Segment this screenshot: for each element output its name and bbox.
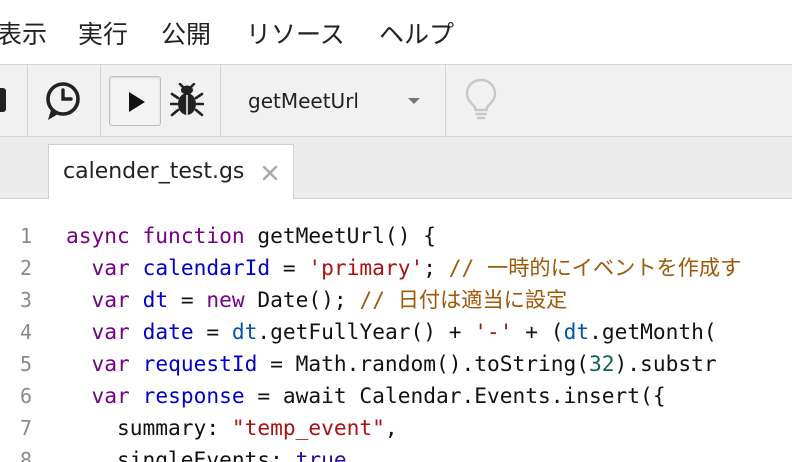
play-icon — [129, 92, 145, 112]
code-token: , — [384, 415, 398, 440]
code-token: calendarId — [142, 255, 271, 280]
menu-item-publish[interactable]: 公開 — [161, 18, 211, 52]
lightbulb-icon[interactable] — [464, 77, 498, 127]
code-token: dt — [563, 319, 590, 344]
code-token: 'primary' — [308, 255, 424, 280]
code-line: singleEvents: true — [66, 444, 347, 462]
code-token: var — [91, 319, 130, 344]
code-token: async — [66, 223, 130, 248]
code-token: var — [91, 383, 130, 408]
code-token: new — [206, 287, 245, 312]
line-number: 4 — [19, 320, 32, 344]
run-button[interactable] — [109, 76, 161, 126]
bug-icon[interactable] — [169, 82, 205, 123]
toolbar-separator — [27, 65, 28, 137]
code-editor[interactable]: 1 2 3 4 5 6 7 8 async function getMeetUrl() { v… — [0, 199, 792, 462]
toolbar-separator — [100, 65, 101, 137]
timer-clock-icon[interactable] — [45, 81, 83, 127]
line-number: 8 — [19, 448, 32, 462]
code-token: // 日付は適当に設定 — [359, 287, 568, 312]
file-tab-strip: calender_test.gs — [0, 137, 792, 200]
tab-label: calender_test.gs — [63, 159, 245, 184]
code-token: ; — [423, 255, 449, 280]
tab-calender-test[interactable]: calender_test.gs — [48, 144, 294, 200]
code-token: function — [142, 223, 245, 248]
code-token: "temp_event" — [231, 415, 385, 440]
chevron-down-icon — [408, 98, 420, 104]
menu-bar: 表示 実行 公開 リソース ヘルプ — [0, 0, 792, 64]
menu-item-view[interactable]: 表示 — [0, 18, 47, 52]
toolbar-separator — [445, 65, 446, 137]
code-token: var — [91, 255, 130, 280]
line-number: 2 — [19, 256, 32, 280]
code-token: date — [142, 319, 194, 344]
code-token: response — [142, 383, 245, 408]
code-token: = Math.random().toString( — [257, 351, 590, 376]
line-number: 7 — [19, 416, 32, 440]
line-number: 5 — [19, 352, 32, 376]
code-line: var requestId = Math.random().toString(3… — [66, 348, 717, 380]
code-token: requestId — [142, 351, 258, 376]
code-token: .getFullYear() + — [257, 319, 475, 344]
code-line: var dt = new Date(); // 日付は適当に設定 — [66, 284, 568, 316]
code-token: var — [91, 351, 130, 376]
code-token: // 一時的にイベントを作成す — [448, 255, 742, 280]
toolbar-separator — [220, 65, 221, 137]
code-token: ).substr — [614, 351, 717, 376]
function-select-value: getMeetUrl — [248, 89, 359, 113]
code-token: = await Calendar.Events.insert({ — [244, 383, 666, 408]
code-line: var calendarId = 'primary'; // 一時的にイベントを… — [66, 252, 742, 284]
code-token: true — [295, 447, 347, 462]
code-token: + ( — [512, 319, 564, 344]
code-token: = — [193, 319, 232, 344]
line-number: 1 — [19, 224, 32, 248]
code-line: summary: "temp_event", — [66, 412, 398, 444]
code-token: dt — [142, 287, 169, 312]
code-token: '-' — [474, 319, 513, 344]
code-token: dt — [231, 319, 258, 344]
menu-item-help[interactable]: ヘルプ — [379, 18, 454, 52]
close-icon[interactable] — [262, 165, 278, 185]
menu-item-resources[interactable]: リソース — [246, 18, 345, 52]
code-token: = — [168, 287, 207, 312]
code-line: var date = dt.getFullYear() + '-' + (dt.… — [66, 316, 717, 348]
code-line: async function getMeetUrl() { — [66, 220, 436, 252]
code-token: = — [270, 255, 309, 280]
code-token: getMeetUrl() { — [257, 223, 436, 248]
line-number-gutter: 1 2 3 4 5 6 7 8 — [0, 199, 52, 462]
menu-item-run[interactable]: 実行 — [78, 18, 128, 52]
code-token: .getMonth( — [589, 319, 717, 344]
code-token: 32 — [589, 351, 615, 376]
code-token: var — [91, 287, 130, 312]
line-number: 6 — [19, 384, 32, 408]
save-icon[interactable] — [0, 85, 8, 119]
code-token: summary: — [66, 415, 232, 440]
line-number: 3 — [19, 288, 32, 312]
toolbar: getMeetUrl — [0, 64, 792, 137]
code-line: var response = await Calendar.Events.ins… — [66, 380, 666, 412]
code-token: singleEvents: — [66, 447, 296, 462]
code-token: Date(); — [244, 287, 360, 312]
